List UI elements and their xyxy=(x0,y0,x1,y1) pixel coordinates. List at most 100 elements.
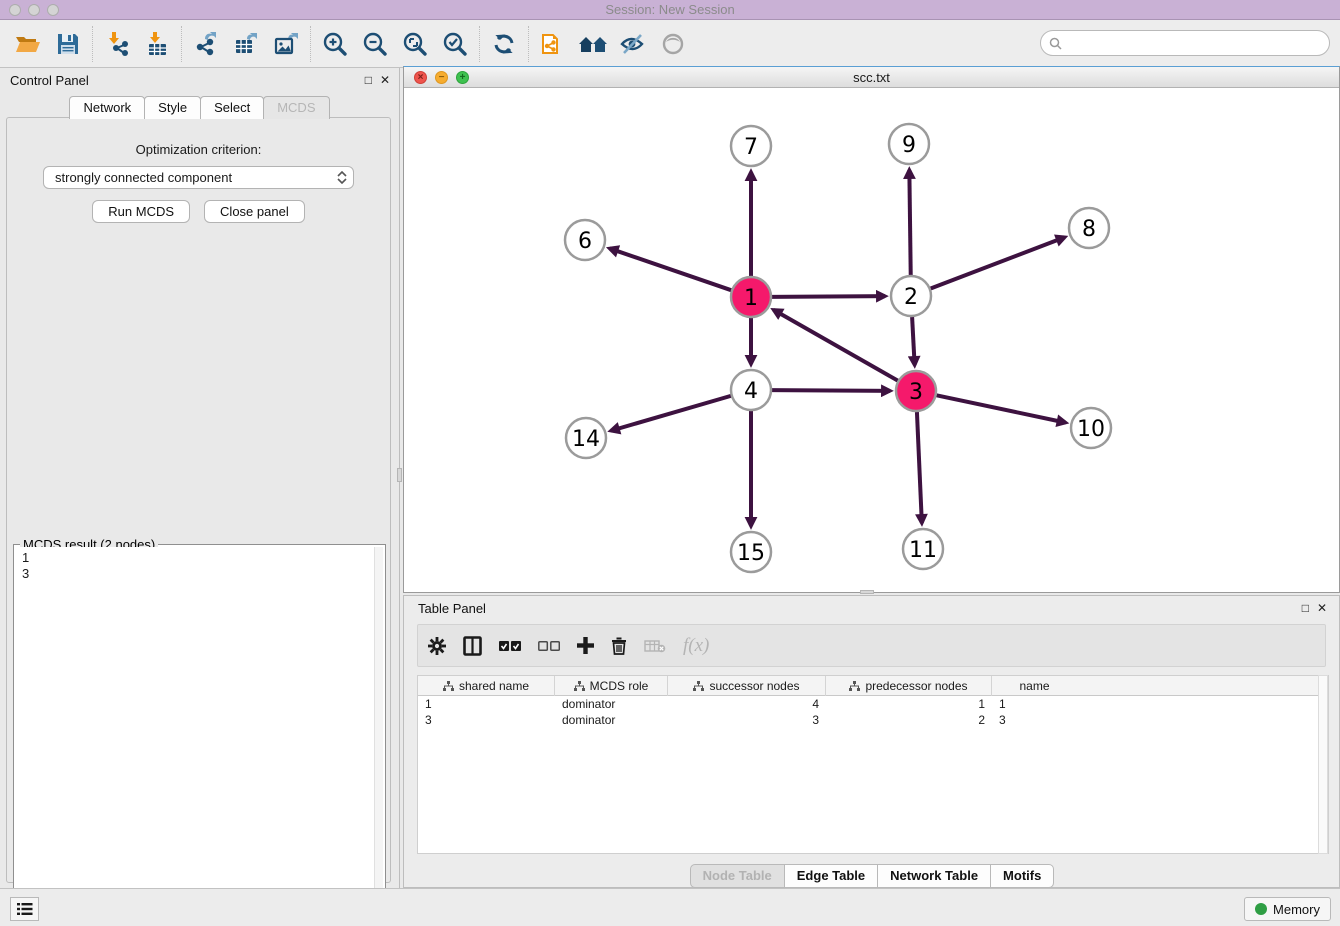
show-columns-button[interactable] xyxy=(463,633,482,659)
zoom-fit-button[interactable] xyxy=(395,26,435,62)
hide-selected-button[interactable] xyxy=(613,26,653,62)
graph-edge-3-10[interactable] xyxy=(937,395,1066,422)
graph-edge-2-9[interactable] xyxy=(909,170,910,275)
tree-icon xyxy=(574,681,585,692)
plus-icon xyxy=(577,637,594,654)
graph-edge-4-14[interactable] xyxy=(611,396,731,431)
search-input[interactable] xyxy=(1067,36,1321,50)
close-table-panel-icon[interactable]: ✕ xyxy=(1317,601,1327,615)
cell-name[interactable]: 3 xyxy=(992,712,1077,728)
graph-node-label-6: 6 xyxy=(578,229,592,254)
tab-network-table[interactable]: Network Table xyxy=(877,864,991,888)
column-header-name[interactable]: name xyxy=(992,676,1077,696)
task-history-button[interactable] xyxy=(10,897,39,921)
zoom-selected-icon xyxy=(442,31,468,57)
mcds-result-list[interactable]: 1 3 xyxy=(16,547,374,922)
graph-edge-2-8[interactable] xyxy=(931,237,1065,288)
control-panel-title: Control Panel xyxy=(10,73,89,88)
panel-splitter-handle[interactable] xyxy=(397,468,402,482)
create-column-button[interactable] xyxy=(577,633,594,659)
window-title: Session: New Session xyxy=(0,2,1340,17)
import-network-icon xyxy=(104,31,130,57)
mcds-result-item[interactable]: 1 xyxy=(22,550,374,566)
table-row[interactable]: 3 dominator 3 2 3 xyxy=(418,712,1328,728)
deselect-all-button[interactable] xyxy=(538,633,560,659)
graph-edge-1-6[interactable] xyxy=(610,248,732,290)
table-settings-button[interactable] xyxy=(428,633,446,659)
tab-node-table[interactable]: Node Table xyxy=(690,864,785,888)
graph-edge-1-2[interactable] xyxy=(772,296,885,297)
refresh-icon xyxy=(492,32,516,56)
graph-edge-3-1[interactable] xyxy=(774,310,898,381)
toolbar-separator xyxy=(181,26,182,62)
run-mcds-button[interactable]: Run MCDS xyxy=(92,200,190,223)
tab-edge-table[interactable]: Edge Table xyxy=(784,864,878,888)
cell-successor-nodes[interactable]: 3 xyxy=(668,712,826,728)
save-session-button[interactable] xyxy=(48,26,88,62)
result-scrollbar[interactable] xyxy=(374,547,383,922)
apply-layout-button[interactable] xyxy=(484,26,524,62)
tab-motifs[interactable]: Motifs xyxy=(990,864,1054,888)
memory-status-icon xyxy=(1255,903,1267,915)
network-canvas[interactable]: 7968124314101511 xyxy=(404,88,1339,592)
tab-network[interactable]: Network xyxy=(69,96,145,119)
cell-predecessor-nodes[interactable]: 2 xyxy=(826,712,992,728)
function-builder-button-disabled: f(x) xyxy=(683,633,709,659)
graph-edge-3-11[interactable] xyxy=(917,412,922,523)
zoom-out-button[interactable] xyxy=(355,26,395,62)
toolbar-separator xyxy=(479,26,480,62)
mcds-result-item[interactable]: 3 xyxy=(22,566,374,582)
table-panel: Table Panel □ ✕ xyxy=(403,595,1340,888)
cell-predecessor-nodes[interactable]: 1 xyxy=(826,696,992,712)
export-image-button[interactable] xyxy=(266,26,306,62)
criterion-select[interactable]: strongly connected component xyxy=(43,166,354,189)
gear-icon xyxy=(428,637,446,655)
select-stepper-icon xyxy=(335,169,349,186)
control-panel-tabs: Network Style Select MCDS xyxy=(0,96,398,119)
graph-node-label-15: 15 xyxy=(737,541,765,566)
open-session-button[interactable] xyxy=(8,26,48,62)
table-panel-header: Table Panel □ ✕ xyxy=(404,596,1339,622)
tab-style[interactable]: Style xyxy=(144,96,201,119)
cell-name[interactable]: 1 xyxy=(992,696,1077,712)
column-header-successor-nodes[interactable]: successor nodes xyxy=(668,676,826,696)
graph-edge-4-3[interactable] xyxy=(772,390,890,391)
import-network-button[interactable] xyxy=(97,26,137,62)
graph-node-label-3: 3 xyxy=(909,380,923,405)
first-neighbors-button[interactable] xyxy=(573,26,613,62)
table-scrollbar[interactable] xyxy=(1318,675,1328,854)
table-row[interactable]: 1 dominator 4 1 1 xyxy=(418,696,1328,712)
export-table-button[interactable] xyxy=(226,26,266,62)
delete-table-icon xyxy=(644,639,666,653)
close-panel-icon[interactable]: ✕ xyxy=(380,73,390,87)
show-all-button[interactable] xyxy=(653,26,693,62)
clone-network-button[interactable] xyxy=(533,26,573,62)
graph-edge-2-3[interactable] xyxy=(912,317,915,365)
control-panel-header: Control Panel □ ✕ xyxy=(0,68,398,94)
cell-successor-nodes[interactable]: 4 xyxy=(668,696,826,712)
column-header-shared-name[interactable]: shared name xyxy=(418,676,555,696)
column-header-mcds-role[interactable]: MCDS role xyxy=(555,676,668,696)
zoom-in-button[interactable] xyxy=(315,26,355,62)
table-panel-title: Table Panel xyxy=(418,601,486,616)
column-header-predecessor-nodes[interactable]: predecessor nodes xyxy=(826,676,992,696)
network-table-splitter-handle[interactable] xyxy=(860,590,874,594)
cell-mcds-role[interactable]: dominator xyxy=(555,696,668,712)
memory-button[interactable]: Memory xyxy=(1244,897,1331,921)
select-all-button[interactable] xyxy=(499,633,521,659)
cell-mcds-role[interactable]: dominator xyxy=(555,712,668,728)
tab-mcds[interactable]: MCDS xyxy=(263,96,329,119)
close-panel-button[interactable]: Close panel xyxy=(204,200,305,223)
zoom-selected-button[interactable] xyxy=(435,26,475,62)
tab-select[interactable]: Select xyxy=(200,96,264,119)
optimization-criterion-label: Optimization criterion: xyxy=(7,142,390,157)
float-table-panel-icon[interactable]: □ xyxy=(1302,601,1309,615)
toolbar-separator xyxy=(92,26,93,62)
float-panel-icon[interactable]: □ xyxy=(365,73,372,87)
table-toolbar: f(x) xyxy=(417,624,1326,667)
import-table-button[interactable] xyxy=(137,26,177,62)
delete-column-button[interactable] xyxy=(611,633,627,659)
export-network-button[interactable] xyxy=(186,26,226,62)
cell-shared-name[interactable]: 1 xyxy=(418,696,555,712)
cell-shared-name[interactable]: 3 xyxy=(418,712,555,728)
